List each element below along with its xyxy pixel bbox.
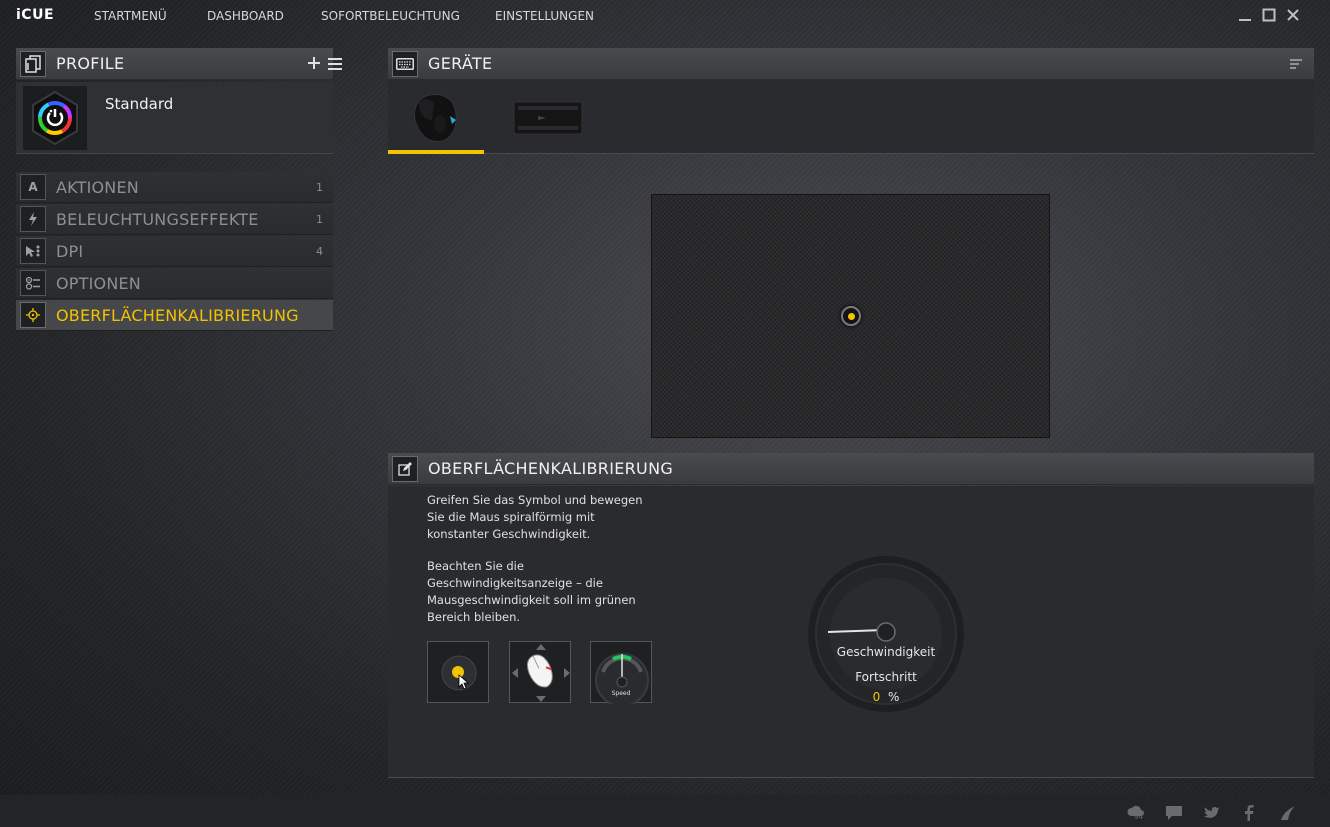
keyboard-icon (392, 50, 418, 77)
actions-icon: A (20, 174, 46, 200)
corsair-logo-icon[interactable] (1279, 804, 1297, 822)
minimize-icon[interactable] (1238, 8, 1252, 22)
chat-icon[interactable] (1165, 804, 1183, 822)
sync-badge: 94 (1134, 813, 1143, 821)
step-grab-icon (427, 641, 489, 703)
profile-avatar (23, 86, 87, 150)
maximize-icon[interactable] (1262, 8, 1276, 22)
nav-instant-lighting[interactable]: SOFORTBELEUCHTUNG (321, 9, 460, 23)
device-tab-mouse[interactable] (388, 80, 484, 154)
gauge-speed-label: Geschwindigkeit (836, 645, 936, 659)
top-bar: iCUE STARTMENÜ DASHBOARD SOFORTBELEUCHTU… (0, 0, 1330, 32)
profile-menu-icon[interactable] (328, 58, 342, 70)
device-strip (388, 80, 1314, 154)
step-speed-gauge-icon: Speed (590, 641, 652, 707)
dpi-icon (20, 238, 46, 264)
progress-value: 0 (872, 690, 881, 704)
lighting-node-device-icon (513, 101, 583, 135)
profiles-title: PROFILE (56, 54, 125, 73)
mouse-device-icon (414, 94, 457, 142)
sidebar-item-surface-calibration[interactable]: OBERFLÄCHENKALIBRIERUNG (16, 300, 333, 331)
nav-startmenu[interactable]: STARTMENÜ (94, 9, 167, 23)
calibration-header: OBERFLÄCHENKALIBRIERUNG (388, 453, 1314, 485)
close-icon[interactable] (1286, 8, 1300, 22)
device-tab-lighting-node[interactable] (500, 80, 596, 154)
options-icon (20, 270, 46, 296)
app-logo: iCUE (16, 7, 55, 23)
progress-readout: 0 % (826, 690, 946, 704)
facebook-icon[interactable] (1240, 804, 1258, 822)
calibration-instruction-1: Greifen Sie das Symbol und bewegen Sie d… (427, 493, 643, 541)
nav-settings[interactable]: EINSTELLUNGEN (495, 9, 594, 23)
step-move-mouse-icon (509, 641, 571, 703)
devices-header: GERÄTE (388, 48, 1314, 80)
step-speed-label: Speed (611, 690, 631, 697)
calibration-panel: Greifen Sie das Symbol und bewegen Sie d… (388, 486, 1314, 778)
nav-dashboard[interactable]: DASHBOARD (207, 9, 284, 23)
sidebar-item-options[interactable]: OPTIONEN (16, 268, 333, 299)
calibration-target-handle[interactable] (841, 306, 861, 326)
sidebar-item-actions[interactable]: A AKTIONEN 1 (16, 172, 333, 203)
sidebar-item-dpi[interactable]: DPI 4 (16, 236, 333, 267)
sidebar-item-label: AKTIONEN (56, 177, 139, 197)
icue-profile-icon (32, 90, 78, 146)
sidebar-item-count: 1 (316, 180, 323, 194)
devices-title: GERÄTE (428, 54, 493, 73)
surface-calibration-icon (20, 302, 46, 328)
sidebar-item-label: DPI (56, 241, 84, 261)
twitter-icon[interactable] (1203, 804, 1221, 822)
profiles-icon (20, 50, 46, 77)
sidebar-item-label: BELEUCHTUNGSEFFEKTE (56, 209, 259, 229)
profiles-header: PROFILE (16, 48, 342, 80)
sidebar-item-count: 1 (316, 212, 323, 226)
calibration-instruction-2: Beachten Sie die Geschwindigkeitsanzeige… (427, 559, 636, 624)
profile-card[interactable]: Standard (16, 82, 333, 154)
calibration-surface[interactable] (651, 194, 1050, 438)
profile-name: Standard (105, 95, 174, 113)
sidebar-item-count: 4 (316, 244, 323, 258)
sidebar-item-label: OPTIONEN (56, 273, 141, 293)
lightning-icon (20, 206, 46, 232)
gauge-progress-label: Fortschritt (855, 670, 917, 684)
sidebar-item-label: OBERFLÄCHENKALIBRIERUNG (56, 305, 299, 325)
calibration-title: OBERFLÄCHENKALIBRIERUNG (428, 459, 674, 478)
sidebar-item-lighting-effects[interactable]: BELEUCHTUNGSEFFEKTE 1 (16, 204, 333, 235)
add-profile-icon[interactable] (308, 57, 320, 69)
edit-icon (392, 455, 418, 482)
progress-unit: % (888, 690, 900, 704)
devices-sort-icon[interactable] (1290, 59, 1302, 69)
